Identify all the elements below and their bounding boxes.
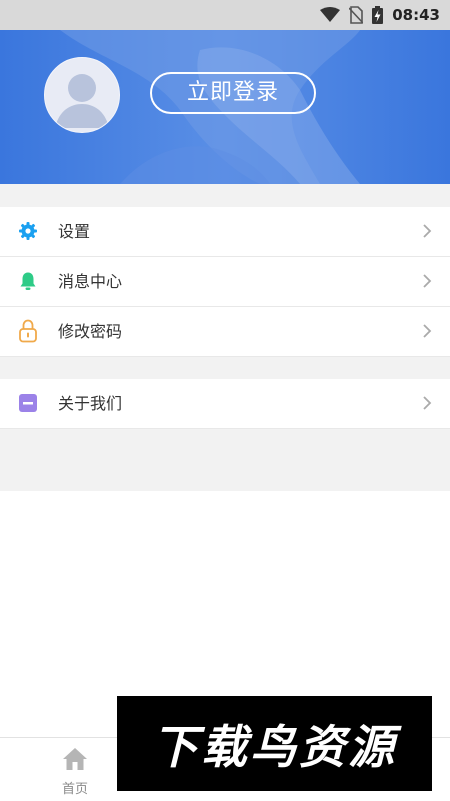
chevron-right-icon bbox=[423, 324, 432, 338]
menu-label-change-password: 修改密码 bbox=[58, 322, 123, 341]
user-avatar-icon bbox=[55, 74, 109, 128]
watermark-logo: 下载鸟资源 bbox=[117, 696, 432, 791]
lock-icon bbox=[19, 319, 37, 343]
info-card-icon bbox=[19, 394, 37, 412]
watermark-text: 下载鸟资源 bbox=[152, 719, 397, 774]
chevron-right-icon bbox=[423, 224, 432, 238]
settings-menu: 设置 消息中心 修改密码 bbox=[0, 207, 450, 357]
status-time: 08:43 bbox=[392, 6, 440, 24]
avatar[interactable] bbox=[44, 57, 120, 133]
menu-item-messages[interactable]: 消息中心 bbox=[0, 257, 450, 307]
status-bar: 08:43 bbox=[0, 0, 450, 30]
chevron-right-icon bbox=[423, 274, 432, 288]
menu-item-change-password[interactable]: 修改密码 bbox=[0, 307, 450, 357]
no-sim-icon bbox=[349, 6, 364, 24]
bell-icon bbox=[20, 272, 36, 290]
menu-label-about-us: 关于我们 bbox=[58, 394, 123, 413]
section-gap bbox=[0, 184, 450, 207]
menu-item-about-us[interactable]: 关于我们 bbox=[0, 379, 450, 429]
status-icons: 08:43 bbox=[320, 5, 440, 25]
menu-item-settings[interactable]: 设置 bbox=[0, 207, 450, 257]
chevron-right-icon bbox=[423, 396, 432, 410]
menu-label-messages: 消息中心 bbox=[58, 272, 123, 291]
section-gap bbox=[0, 357, 450, 379]
gear-icon bbox=[19, 222, 37, 240]
about-menu: 关于我们 bbox=[0, 379, 450, 429]
section-gap bbox=[0, 429, 450, 491]
menu-label-settings: 设置 bbox=[58, 222, 91, 241]
home-icon bbox=[63, 748, 87, 770]
profile-header: 立即登录 bbox=[0, 30, 450, 184]
login-button[interactable]: 立即登录 bbox=[150, 72, 316, 114]
battery-charging-icon bbox=[372, 6, 384, 24]
wifi-icon bbox=[320, 7, 341, 22]
